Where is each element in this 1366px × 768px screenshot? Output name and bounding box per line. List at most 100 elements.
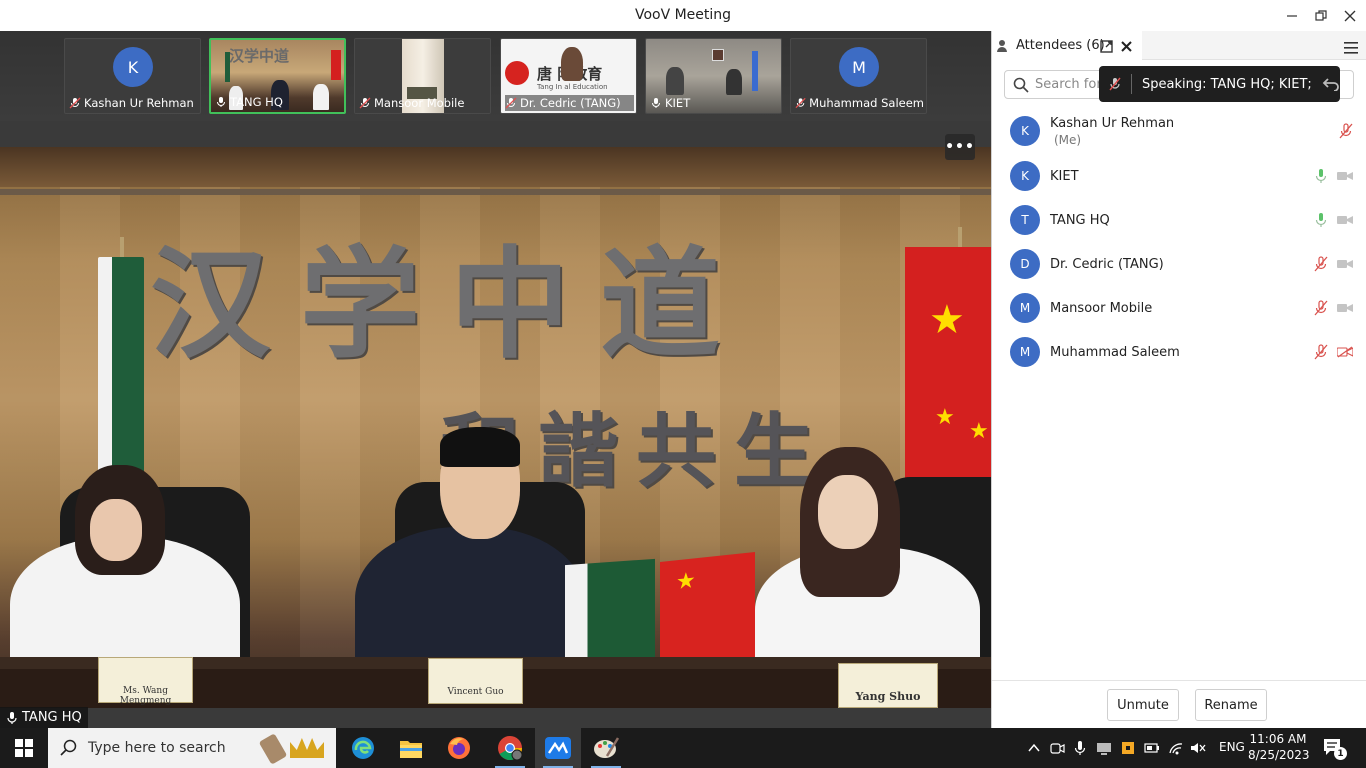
attendee-row[interactable]: T TANG HQ bbox=[992, 198, 1366, 242]
popout-button[interactable] bbox=[1100, 38, 1113, 57]
attendee-row[interactable]: M Muhammad Saleem bbox=[992, 330, 1366, 374]
chevron-up-icon[interactable] bbox=[1026, 740, 1042, 756]
taskbar-edge[interactable] bbox=[340, 728, 386, 768]
restore-icon bbox=[1315, 9, 1327, 21]
taskbar-chrome[interactable] bbox=[487, 728, 533, 768]
search-icon bbox=[1013, 77, 1029, 93]
mic-icon bbox=[652, 98, 660, 108]
mic-muted-icon bbox=[795, 97, 806, 109]
mic-muted-icon[interactable] bbox=[1314, 300, 1328, 316]
attendee-name: Dr. Cedric (TANG) bbox=[1050, 256, 1164, 272]
camera-icon[interactable] bbox=[1337, 258, 1353, 270]
battery-icon[interactable] bbox=[1144, 740, 1160, 756]
avatar: M bbox=[1010, 293, 1040, 323]
thumbnail-name: Mansoor Mobile bbox=[374, 96, 465, 110]
thumbnail-tang-hq[interactable]: 汉学中道 TANG HQ bbox=[209, 38, 346, 114]
close-icon bbox=[1121, 41, 1132, 52]
mic-muted-icon[interactable] bbox=[1314, 256, 1328, 272]
close-button[interactable] bbox=[1334, 0, 1366, 31]
rename-button[interactable]: Rename bbox=[1195, 689, 1267, 721]
undo-icon[interactable] bbox=[1322, 77, 1340, 91]
thumbnail-strip: K Kashan Ur Rehman 汉学中道 TANG HQ Mansoor … bbox=[0, 31, 991, 121]
thumbnail-dr-cedric[interactable]: 唐 际教育 Tang In al Education Dr. Cedric (T… bbox=[500, 38, 637, 114]
firefox-icon bbox=[448, 737, 470, 759]
camera-tray-icon[interactable] bbox=[1049, 740, 1065, 756]
avatar: M bbox=[1010, 337, 1040, 367]
window-title: VooV Meeting bbox=[634, 7, 732, 23]
wifi-icon[interactable] bbox=[1168, 740, 1184, 756]
main-video-feed: 汉学中道 和諧共生 ★ ★ ★ ★ Ms. Wang Mengmeng Vinc… bbox=[0, 147, 991, 708]
nameplate-left: Ms. Wang Mengmeng bbox=[98, 657, 193, 706]
attendee-name: Kashan Ur Rehman bbox=[1050, 116, 1175, 131]
nameplate-right: Yang Shuo bbox=[838, 663, 938, 708]
volume-muted-icon[interactable] bbox=[1190, 740, 1206, 756]
paint-icon bbox=[594, 737, 619, 758]
attendees-panel: Attendees (6) Search for Speaking: TANG … bbox=[991, 31, 1366, 728]
clock-time: 11:06 AM bbox=[1249, 732, 1307, 746]
taskbar-paint[interactable] bbox=[583, 728, 629, 768]
avatar: K bbox=[113, 47, 153, 87]
thumbnail-muhammad[interactable]: M Muhammad Saleem bbox=[790, 38, 927, 114]
windows-logo-icon bbox=[15, 739, 33, 757]
panel-menu-button[interactable] bbox=[1344, 39, 1358, 58]
video-overlay-subtext: Tang In al Education bbox=[537, 83, 608, 91]
camera-icon[interactable] bbox=[1337, 170, 1353, 182]
taskbar-voov[interactable] bbox=[535, 728, 581, 768]
thumbnail-name: Muhammad Saleem bbox=[809, 96, 924, 110]
mic-muted-icon[interactable] bbox=[1314, 344, 1328, 360]
video-calligraphy: 汉学中道 bbox=[229, 47, 290, 65]
attendee-row[interactable]: K KIET bbox=[992, 154, 1366, 198]
taskbar-file-explorer[interactable] bbox=[388, 728, 434, 768]
search-highlight-icon bbox=[258, 732, 330, 765]
attendee-name: Mansoor Mobile bbox=[1050, 300, 1153, 316]
panel-header: Attendees (6) bbox=[992, 31, 1366, 60]
microphone-tray-icon[interactable] bbox=[1072, 740, 1088, 756]
thumbnail-kiet[interactable]: KIET bbox=[645, 38, 782, 114]
taskbar-clock[interactable]: 11:06 AM 8/25/2023 bbox=[1248, 731, 1310, 763]
edge-icon bbox=[352, 737, 374, 759]
mic-muted-icon bbox=[69, 97, 81, 109]
tab-attendees-label: Attendees (6) bbox=[1016, 38, 1105, 53]
avatar: T bbox=[1010, 205, 1040, 235]
attendee-row[interactable]: K Kashan Ur Rehman (Me) bbox=[992, 109, 1366, 153]
camera-off-icon[interactable] bbox=[1337, 346, 1353, 358]
nameplate-center: Vincent Guo bbox=[428, 658, 523, 704]
close-panel-button[interactable] bbox=[1120, 38, 1133, 57]
camera-icon[interactable] bbox=[1337, 302, 1353, 314]
attendees-icon bbox=[997, 39, 1007, 52]
more-options-button[interactable]: ••• bbox=[945, 134, 975, 160]
taskbar-search-input[interactable]: Type here to search bbox=[48, 728, 336, 768]
file-explorer-icon bbox=[400, 741, 422, 758]
hamburger-menu-icon bbox=[1344, 42, 1358, 54]
active-speaker-label: TANG HQ bbox=[0, 707, 88, 728]
mic-icon[interactable] bbox=[1314, 212, 1328, 228]
thumbnail-mansoor[interactable]: Mansoor Mobile bbox=[354, 38, 491, 114]
system-tray: ENG bbox=[1020, 728, 1366, 768]
thumbnail-name: Dr. Cedric (TANG) bbox=[520, 96, 621, 110]
avatar: K bbox=[1010, 161, 1040, 191]
restore-button[interactable] bbox=[1305, 0, 1337, 31]
language-indicator[interactable]: ENG bbox=[1219, 740, 1245, 754]
thumbnail-kashan[interactable]: K Kashan Ur Rehman bbox=[64, 38, 201, 114]
attendee-row[interactable]: D Dr. Cedric (TANG) bbox=[992, 242, 1366, 286]
avatar: D bbox=[1010, 249, 1040, 279]
popout-icon bbox=[1100, 40, 1113, 53]
attendee-row[interactable]: M Mansoor Mobile bbox=[992, 286, 1366, 330]
mic-icon[interactable] bbox=[1314, 168, 1328, 184]
search-icon bbox=[60, 739, 77, 756]
camera-icon[interactable] bbox=[1337, 214, 1353, 226]
minimize-button[interactable] bbox=[1276, 0, 1308, 31]
mic-muted-icon[interactable] bbox=[1339, 123, 1353, 139]
taskbar-firefox[interactable] bbox=[436, 728, 482, 768]
notification-center-button[interactable]: 1 bbox=[1322, 737, 1348, 760]
close-icon bbox=[1344, 10, 1356, 21]
display-tray-icon[interactable] bbox=[1096, 740, 1112, 756]
panel-footer: Unmute Rename bbox=[992, 680, 1366, 728]
start-button[interactable] bbox=[0, 728, 48, 768]
unmute-button[interactable]: Unmute bbox=[1107, 689, 1179, 721]
chrome-icon bbox=[498, 736, 523, 761]
title-bar: VooV Meeting bbox=[0, 0, 1366, 31]
security-tray-icon[interactable] bbox=[1120, 740, 1136, 756]
notification-badge: 1 bbox=[1334, 747, 1347, 760]
mic-icon bbox=[217, 97, 225, 107]
